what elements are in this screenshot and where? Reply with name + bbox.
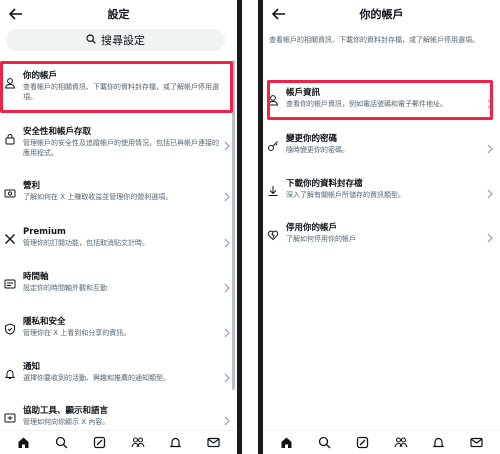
chevron-right-icon [223, 411, 231, 426]
chevron-right-icon [486, 228, 494, 243]
your-account-screen: 你的帳戶 查看帳戶的相關資訊、下載你的資料封存檔，或了解帳戶停用選項。 帳戶資訊… [263, 0, 500, 454]
settings-item-security[interactable]: 安全性和帳戶存取 管理帳戶的安全性及追蹤帳戶的使用情況，包括已與帳戶連接的應用程… [0, 126, 237, 160]
messages-icon[interactable] [470, 436, 484, 450]
key-icon [267, 137, 279, 151]
settings-item-timeline[interactable]: 時間軸 設定你的時間軸外觀和互動 [0, 271, 237, 299]
grok-icon[interactable] [92, 436, 106, 450]
item-title: 隱私和安全 [23, 317, 66, 327]
gap [242, 0, 258, 454]
page-title: 你的帳戶 [359, 8, 404, 21]
settings-item-notifications[interactable]: 通知 選擇你要收到的活動、興趣和推薦的通知類型。 [0, 361, 237, 389]
highlight-box [0, 61, 233, 113]
item-title: Premium [23, 227, 66, 237]
chevron-right-icon [223, 368, 231, 383]
chevron-right-icon [223, 136, 231, 151]
item-desc: 選擇你要收到的活動、興趣和推薦的通知類型。 [23, 374, 170, 382]
item-title: 協助工具、顯示和語言 [23, 406, 109, 416]
settings-header: 設定 [0, 0, 237, 30]
item-desc: 設定你的時間軸外觀和互動 [23, 284, 107, 292]
communities-icon[interactable] [394, 436, 408, 450]
account-intro: 查看帳戶的相關資訊、下載你的資料封存檔，或了解帳戶停用選項。 [269, 36, 479, 44]
money-icon [4, 184, 16, 198]
search-placeholder: 搜尋設定 [101, 34, 145, 47]
broken-heart-icon [267, 226, 279, 241]
chevron-right-icon [223, 187, 231, 202]
home-icon[interactable] [16, 436, 30, 450]
chevron-right-icon [486, 139, 494, 154]
item-title: 停用你的帳戶 [286, 223, 338, 233]
lock-icon [4, 130, 16, 145]
settings-screen: 設定 搜尋設定 你的帳戶 查看帳戶的相關資訊、下載你的資料封存檔，或了解帳戶停用… [0, 0, 237, 454]
messages-icon[interactable] [207, 436, 221, 450]
settings-item-accessibility[interactable]: 協助工具、顯示和語言 管理如何向你顯示 X 內容。 [0, 405, 237, 431]
search-icon[interactable] [54, 436, 68, 450]
shield-icon [4, 320, 16, 335]
notifications-icon[interactable] [169, 436, 183, 450]
chevron-right-icon [486, 184, 494, 199]
settings-item-premium[interactable]: Premium 管理你的訂閱功能，包括取消贴文計時。 [0, 226, 237, 254]
settings-item-monetization[interactable]: 營利 了解如何在 X 上賺取收益並管理你的營利選項。 [0, 180, 237, 208]
bell-icon [4, 365, 16, 379]
item-title: 下載你的資料封存檔 [286, 179, 363, 189]
bottom-nav [263, 430, 500, 454]
item-title: 變更你的密碼 [286, 134, 338, 144]
item-desc: 管理如何向你顯示 X 內容。 [23, 418, 110, 426]
item-desc: 管理你在 X 上看到和分享的資訊。 [23, 329, 131, 337]
chevron-right-icon [223, 278, 231, 293]
accessibility-icon [4, 409, 16, 423]
item-desc: 管理你的訂閱功能，包括取消贴文計時。 [23, 239, 149, 247]
item-desc: 了解如何在 X 上賺取收益並管理你的營利選項。 [23, 193, 173, 201]
download-icon [267, 182, 279, 196]
item-title: 安全性和帳戶存取 [23, 127, 92, 137]
item-desc: 管理帳戶的安全性及追蹤帳戶的使用情況，包括已與帳戶連接的應用程式。 [23, 139, 219, 157]
chevron-right-icon [223, 233, 231, 248]
highlight-box [267, 80, 493, 120]
item-title: 時間軸 [23, 272, 49, 282]
grok-icon[interactable] [355, 436, 369, 450]
communities-icon[interactable] [131, 436, 145, 450]
item-title: 營利 [23, 181, 41, 191]
bottom-nav [0, 430, 237, 454]
account-header: 你的帳戶 [263, 0, 500, 30]
search-icon [86, 33, 96, 47]
item-desc: 深入了解有關帳戶所儲存的資訊類型。 [286, 191, 405, 199]
page-title: 設定 [107, 8, 130, 21]
account-item-deactivate[interactable]: 停用你的帳戶 了解如何停用你的帳戶 [263, 222, 500, 248]
settings-item-privacy[interactable]: 隱私和安全 管理你在 X 上看到和分享的資訊。 [0, 316, 237, 344]
chevron-right-icon [223, 323, 231, 338]
x-logo-icon [4, 230, 16, 244]
timeline-icon [4, 275, 16, 289]
search-icon[interactable] [317, 436, 331, 450]
account-item-password[interactable]: 變更你的密碼 隨時變更你的密碼。 [263, 133, 500, 159]
item-desc: 隨時變更你的密碼。 [286, 146, 349, 154]
home-icon[interactable] [279, 436, 293, 450]
item-title: 通知 [23, 362, 41, 372]
notifications-icon[interactable] [432, 436, 446, 450]
account-item-download-archive[interactable]: 下載你的資料封存檔 深入了解有關帳戶所儲存的資訊類型。 [263, 178, 500, 204]
item-desc: 了解如何停用你的帳戶 [286, 235, 356, 243]
search-settings-input[interactable]: 搜尋設定 [6, 29, 225, 51]
